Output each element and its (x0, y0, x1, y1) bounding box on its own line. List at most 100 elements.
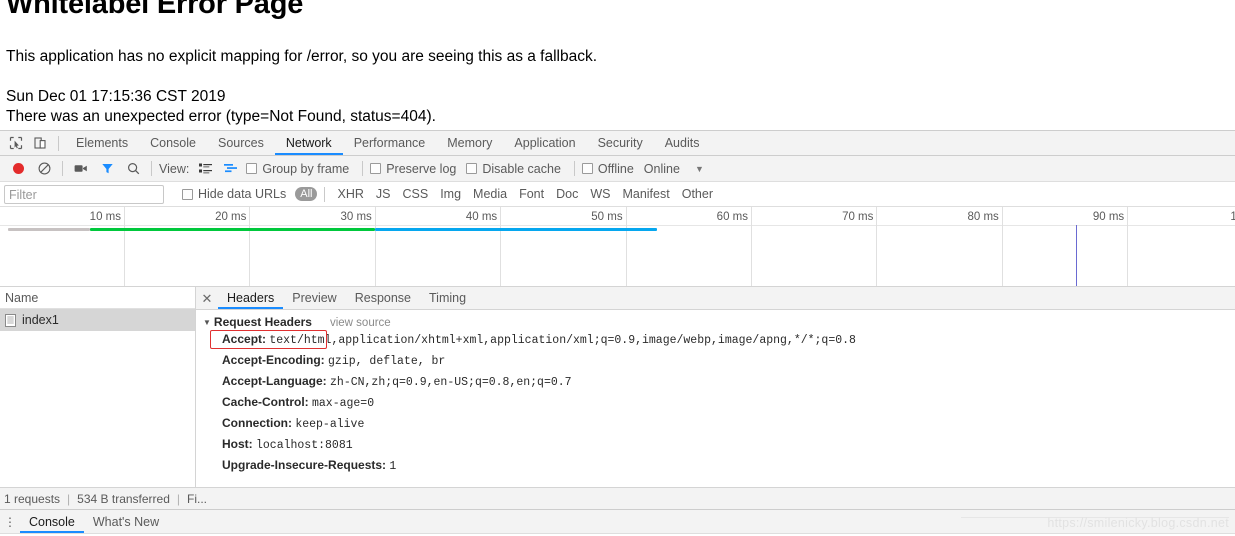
drawer-tab-console[interactable]: Console (20, 510, 84, 533)
devtools-tabstrip: Elements Console Sources Network Perform… (0, 131, 1235, 156)
tab-sources[interactable]: Sources (207, 131, 275, 155)
inspect-element-icon[interactable] (4, 131, 28, 155)
status-transferred: 534 B transferred (77, 491, 170, 506)
request-detail-panel: ✕ Headers Preview Response Timing ▼ Requ… (196, 287, 1235, 487)
checkbox-box (370, 163, 382, 174)
header-row: Accept: text/html,application/xhtml+xml,… (196, 330, 1235, 349)
tab-application[interactable]: Application (503, 131, 586, 155)
ruler-label: 40 ms (465, 211, 498, 223)
detail-tab-preview[interactable]: Preview (283, 287, 345, 309)
header-value: max-age=0 (312, 397, 375, 410)
error-message: There was an unexpected error (type=Not … (6, 108, 436, 125)
overview-baseline (0, 225, 1235, 226)
tab-console[interactable]: Console (139, 131, 207, 155)
ruler-tick (374, 207, 376, 286)
view-source-link[interactable]: view source (330, 317, 391, 329)
filter-funnel-icon[interactable] (94, 156, 120, 182)
request-headers-section-title[interactable]: ▼ Request Headers view source (196, 315, 1235, 329)
detail-tab-headers[interactable]: Headers (218, 287, 283, 309)
type-filter-other[interactable]: Other (677, 186, 718, 202)
type-filter-manifest[interactable]: Manifest (617, 186, 674, 202)
type-filter-media[interactable]: Media (468, 186, 512, 202)
tab-network[interactable]: Network (275, 131, 343, 155)
type-filter-font[interactable]: Font (514, 186, 549, 202)
preserve-log-label: Preserve log (386, 161, 457, 176)
throttling-select[interactable]: Online (644, 162, 680, 176)
type-filter-js[interactable]: JS (371, 186, 396, 202)
type-filter-css[interactable]: CSS (397, 186, 433, 202)
checkbox-box (246, 163, 258, 174)
ruler-label: 20 ms (215, 211, 247, 223)
header-value: text/html,application/xhtml+xml,applicat… (269, 334, 856, 347)
header-key: Connection: (222, 416, 296, 430)
camera-icon[interactable] (68, 156, 94, 182)
detail-tabstrip: ✕ Headers Preview Response Timing (196, 287, 1235, 310)
header-value: 1 (389, 460, 397, 473)
network-status-bar: 1 requests | 534 B transferred | Fi... (0, 487, 1235, 509)
column-header-name[interactable]: Name (0, 287, 195, 309)
clear-button-icon[interactable] (31, 156, 57, 182)
drawer-tab-whats-new[interactable]: What's New (84, 510, 168, 533)
section-name-label: Request Headers (213, 315, 312, 329)
type-filter-ws[interactable]: WS (585, 186, 615, 202)
close-icon[interactable]: ✕ (196, 287, 218, 310)
type-filter-all[interactable]: All (295, 187, 318, 201)
filter-divider (324, 186, 326, 202)
search-icon[interactable] (120, 156, 146, 182)
network-control-bar: View: Group by frame Preserve log Disabl… (0, 156, 1235, 182)
toolbar-divider (58, 135, 59, 151)
device-toolbar-icon[interactable] (28, 131, 52, 155)
disable-cache-checkbox[interactable]: Disable cache (466, 162, 561, 176)
more-options-icon[interactable]: ⋮ (0, 510, 20, 534)
tab-memory[interactable]: Memory (436, 131, 503, 155)
header-key: Cache-Control: (222, 395, 312, 409)
hide-data-urls-checkbox[interactable]: Hide data URLs (182, 187, 286, 201)
page-title: Whitelabel Error Page (6, 0, 304, 20)
group-by-frame-label: Group by frame (262, 161, 350, 176)
type-filter-img[interactable]: Img (435, 186, 466, 202)
network-overview-timeline[interactable]: 10 ms 20 ms 30 ms 40 ms 50 ms 60 ms 70 ms 80 ms… (0, 207, 1235, 287)
tab-performance[interactable]: Performance (343, 131, 437, 155)
ruler-tick (625, 207, 627, 286)
header-key: Accept: (222, 332, 270, 346)
header-key: Accept-Encoding: (222, 353, 329, 367)
preserve-log-checkbox[interactable]: Preserve log (370, 162, 456, 176)
waterfall-view-icon[interactable] (218, 156, 244, 182)
tab-audits[interactable]: Audits (654, 131, 711, 155)
type-filter-doc[interactable]: Doc (551, 186, 583, 202)
ruler-label: 60 ms (716, 211, 748, 223)
detail-tab-response[interactable]: Response (346, 287, 420, 309)
request-row-index1[interactable]: index1 (0, 309, 195, 331)
tab-security[interactable]: Security (587, 131, 654, 155)
ruler-tick (1001, 207, 1003, 286)
ruler-label: 80 ms (967, 211, 999, 223)
error-subtitle: This application has no explicit mapping… (6, 48, 598, 65)
whitelabel-error-page: Whitelabel Error Page This application h… (0, 0, 1235, 130)
header-row: Host: localhost:8081 (196, 437, 1235, 453)
filter-input[interactable]: Filter (4, 184, 164, 204)
chevron-down-icon[interactable]: ▼ (695, 164, 704, 174)
type-filter-xhr[interactable]: XHR (332, 186, 368, 202)
header-value: localhost:8081 (256, 439, 353, 452)
checkbox-box (466, 163, 478, 174)
status-separator: | (67, 491, 71, 506)
request-headers-body: ▼ Request Headers view source Accept: te… (196, 310, 1235, 487)
document-icon (5, 313, 16, 327)
offline-label: Offline (597, 161, 634, 176)
waterfall-segment-request-sent (90, 228, 375, 231)
record-button-icon[interactable] (5, 156, 31, 182)
detail-tab-timing[interactable]: Timing (420, 287, 475, 309)
request-name-label: index1 (22, 313, 59, 327)
tab-elements[interactable]: Elements (65, 131, 139, 155)
control-divider-3 (362, 161, 364, 176)
header-value: gzip, deflate, br (328, 355, 446, 368)
checkbox-box (182, 188, 193, 200)
triangle-down-icon[interactable]: ▼ (203, 318, 211, 327)
devtools-panel: Elements Console Sources Network Perform… (0, 130, 1235, 536)
control-divider-2 (151, 161, 152, 176)
offline-checkbox[interactable]: Offline (581, 161, 634, 176)
header-key: Accept-Language: (222, 374, 331, 388)
request-list-panel: Name index1 (0, 287, 196, 487)
list-view-icon[interactable] (192, 156, 218, 182)
group-by-frame-checkbox[interactable]: Group by frame (246, 162, 349, 176)
